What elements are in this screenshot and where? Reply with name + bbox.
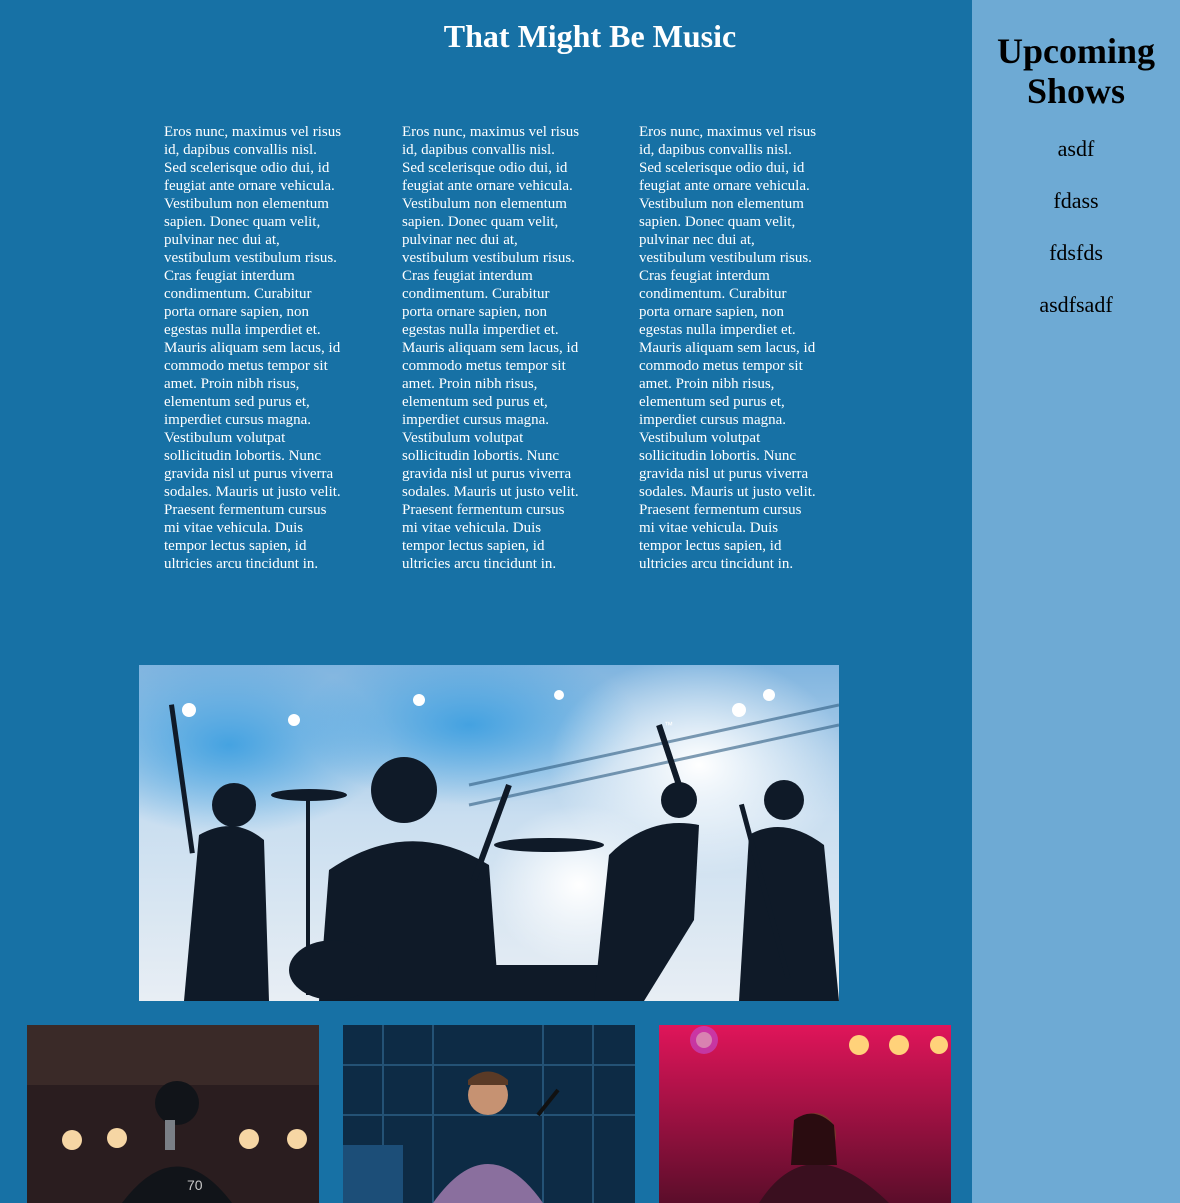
- show-item[interactable]: asdf: [972, 135, 1180, 187]
- trademark-mark: ™: [664, 720, 673, 730]
- shirt-print: 70: [187, 1177, 203, 1193]
- show-item[interactable]: fdass: [972, 187, 1180, 239]
- text-column-1: Eros nunc, maximus vel risus id, dapibus…: [164, 124, 342, 572]
- keyboardist-photo: [343, 1025, 635, 1203]
- text-column-3: Eros nunc, maximus vel risus id, dapibus…: [639, 124, 817, 572]
- main-content: Eros nunc, maximus vel risus id, dapibus…: [0, 0, 972, 1203]
- guitarist-red-lights-photo: [659, 1025, 951, 1203]
- hero-band-photo: ™: [139, 665, 839, 1001]
- show-item[interactable]: asdfsadf: [972, 291, 1180, 343]
- sidebar-title: Upcoming Shows: [996, 31, 1155, 111]
- text-column-2: Eros nunc, maximus vel risus id, dapibus…: [402, 124, 580, 572]
- show-item[interactable]: fdsfds: [972, 239, 1180, 291]
- sidebar: Upcoming Shows asdf fdass fdsfds asdfsad…: [972, 0, 1180, 1203]
- singer-photo: 70: [27, 1025, 319, 1203]
- upcoming-shows-list: asdf fdass fdsfds asdfsadf: [972, 135, 1180, 343]
